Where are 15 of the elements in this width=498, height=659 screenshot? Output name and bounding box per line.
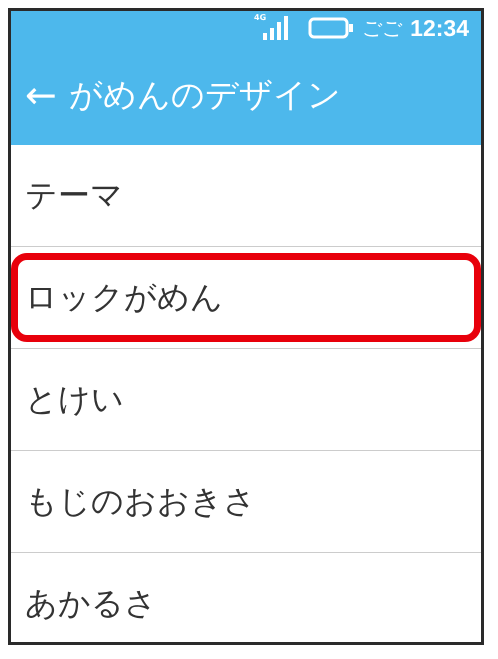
- screen-title: がめんのデザイン: [68, 74, 341, 116]
- menu-item[interactable]: もじのおおきさ: [11, 451, 481, 553]
- menu-item[interactable]: とけい: [11, 349, 481, 451]
- menu-item[interactable]: テーマ: [11, 145, 481, 247]
- menu-item-label: とけい: [25, 378, 124, 420]
- battery-icon: [308, 17, 354, 39]
- menu-item[interactable]: あかるさ: [11, 553, 481, 642]
- menu-item-label: ロックがめん: [25, 276, 223, 318]
- menu-item-label: もじのおおきさ: [25, 480, 256, 522]
- menu-item-label: テーマ: [25, 174, 123, 216]
- clock-time: 12:34: [410, 14, 469, 42]
- menu-item[interactable]: ロックがめん: [11, 247, 481, 349]
- network-label: 4G: [254, 13, 266, 22]
- menu-item-label: あかるさ: [25, 582, 157, 624]
- period-label: ごご: [362, 14, 402, 42]
